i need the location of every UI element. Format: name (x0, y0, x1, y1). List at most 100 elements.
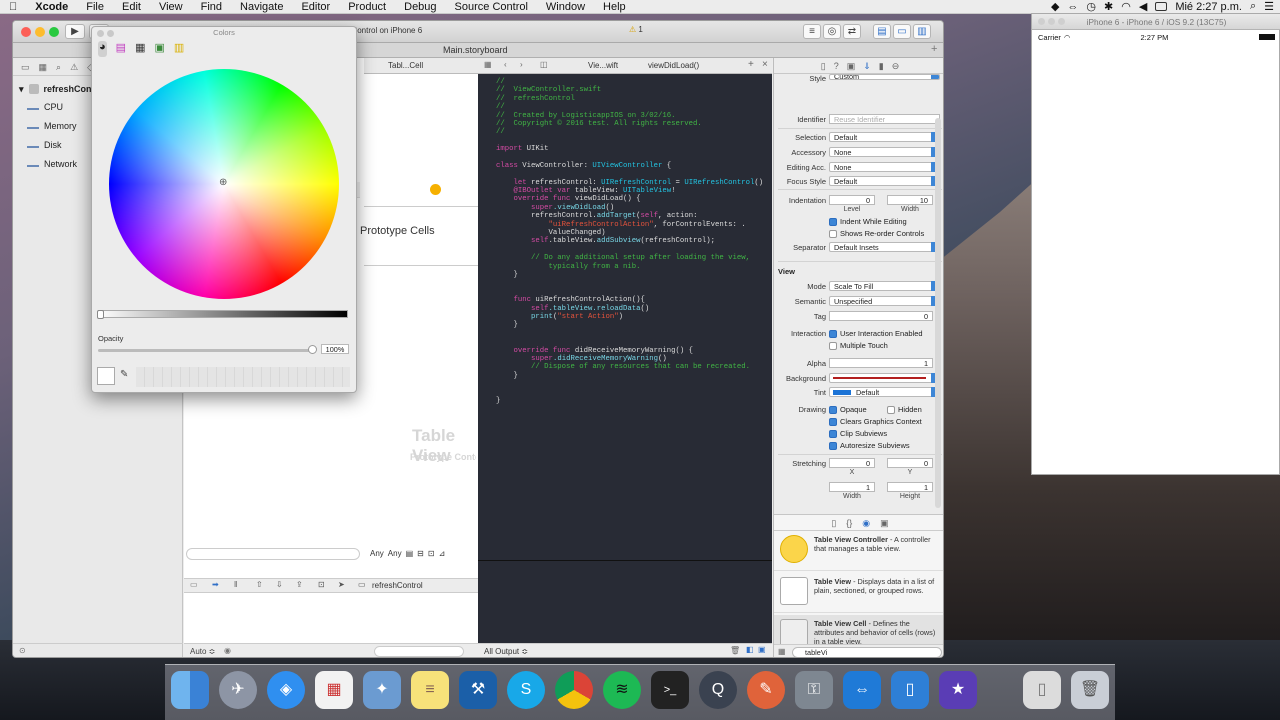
code-line[interactable] (496, 154, 772, 162)
stretch-width-field[interactable]: 1 (829, 482, 875, 492)
breakpoints-icon[interactable]: ➡ (212, 580, 219, 589)
jump-bar-item[interactable]: Tabl...Cell (364, 61, 423, 70)
code-line[interactable]: super.didReceiveMemoryWarning() (496, 355, 772, 363)
brightness-knob[interactable] (97, 310, 104, 319)
zoom-window-button[interactable] (49, 27, 59, 37)
indent-level-field[interactable]: 0 (829, 195, 875, 205)
launchpad-icon[interactable]: ✈ (219, 671, 257, 709)
keychain-icon[interactable]: ⚿ (795, 671, 833, 709)
view-debugger-icon[interactable]: ⊡ (318, 580, 325, 589)
apple-menu-icon[interactable]:  (0, 0, 26, 14)
selection-popup[interactable]: Default (829, 132, 940, 142)
terminal-icon[interactable]: >_ (651, 671, 689, 709)
code-line[interactable]: } (496, 271, 772, 279)
library-search-field[interactable]: tableVi (792, 647, 942, 657)
code-line[interactable]: } (496, 372, 772, 380)
notes-icon[interactable]: ≡ (411, 671, 449, 709)
opacity-slider[interactable] (98, 349, 316, 352)
color-wheel-mode-icon[interactable]: ◕ (98, 41, 107, 57)
tag-field[interactable]: 0 (829, 311, 933, 321)
indent-width-field[interactable]: 10 (887, 195, 933, 205)
code-line[interactable]: ValueChanged) (496, 229, 772, 237)
code-line[interactable]: // (496, 78, 772, 86)
debug-target-label[interactable]: refreshControl (372, 581, 423, 590)
width-class[interactable]: Any (370, 549, 384, 558)
variables-view[interactable] (184, 593, 478, 643)
sliders-mode-icon[interactable]: ▤ (116, 41, 126, 57)
separator-popup[interactable]: Default Insets (829, 242, 940, 252)
toggle-debug-area-button[interactable]: ▭ (893, 24, 911, 39)
code-line[interactable]: } (496, 321, 772, 329)
code-line[interactable] (496, 279, 772, 287)
code-line[interactable]: let refreshControl: UIRefreshControl = U… (496, 179, 772, 187)
code-line[interactable]: } (496, 397, 772, 405)
object-library-icon[interactable]: ◉ (862, 518, 870, 530)
grid-view-icon[interactable]: ▦ (778, 647, 786, 656)
quicktime-icon[interactable]: Q (699, 671, 737, 709)
simulator-dock-icon[interactable]: ▯ (891, 671, 929, 709)
background-color-popup[interactable] (829, 373, 940, 383)
chrome-icon[interactable] (555, 671, 593, 709)
indent-while-editing-checkbox[interactable]: Indent While Editing (829, 217, 907, 226)
battery-icon[interactable] (1155, 2, 1168, 11)
stack-icon[interactable]: ▤ (406, 549, 414, 558)
code-line[interactable]: override func viewDidLoad() { (496, 195, 772, 203)
inspector-scrollbar[interactable] (935, 118, 941, 508)
dropbox-icon[interactable]: ◆ (1051, 0, 1059, 13)
issue-icon[interactable]: ⚠ (70, 62, 78, 72)
code-line[interactable]: @IBOutlet var tableView: UITableView! (496, 187, 772, 195)
file-template-icon[interactable]: ▯ (831, 518, 836, 530)
opacity-field[interactable]: 100% (321, 344, 349, 354)
semantic-popup[interactable]: Unspecified (829, 296, 940, 306)
jump-bar-file[interactable]: Vie...wift (588, 61, 618, 70)
close-editor-icon[interactable]: × (762, 59, 768, 70)
connections-inspector-icon[interactable]: ⊖ (892, 61, 900, 73)
menu-app-xcode[interactable]: Xcode (26, 0, 77, 14)
hidden-checkbox[interactable]: Hidden (887, 405, 922, 414)
reorder-controls-checkbox[interactable]: Shows Re-order Controls (829, 229, 924, 238)
menu-editor[interactable]: Editor (292, 0, 339, 14)
menu-file[interactable]: File (77, 0, 113, 14)
wifi-icon[interactable]: ◠ (1121, 0, 1131, 13)
code-line[interactable]: // (496, 128, 772, 136)
volume-icon[interactable]: ◀ (1139, 0, 1147, 13)
autoresize-subviews-checkbox[interactable]: Autoresize Subviews (829, 441, 910, 450)
forward-icon[interactable]: › (520, 60, 523, 69)
editing-acc-popup[interactable]: None (829, 162, 940, 172)
code-line[interactable]: // Dispose of any resources that can be … (496, 363, 772, 371)
location-icon[interactable]: ➤ (338, 580, 345, 589)
alpha-field[interactable]: 1 (829, 358, 933, 368)
menu-product[interactable]: Product (339, 0, 395, 14)
code-line[interactable] (496, 338, 772, 346)
notification-center-icon[interactable]: ☰ (1264, 0, 1274, 13)
close-panel-button[interactable] (97, 30, 104, 37)
counterpart-icon[interactable]: ◫ (540, 60, 548, 69)
code-line[interactable]: self.tableView.addSubview(refreshControl… (496, 237, 772, 245)
attributes-inspector-icon[interactable]: ⇓ (863, 61, 871, 73)
toggle-utilities-button[interactable]: ▥ (913, 24, 931, 39)
code-line[interactable]: import UIKit (496, 145, 772, 153)
code-line[interactable] (496, 246, 772, 254)
console-only-icon[interactable]: ▣ (758, 645, 766, 654)
code-line[interactable]: class ViewController: UIViewController { (496, 162, 772, 170)
menu-edit[interactable]: Edit (113, 0, 150, 14)
menu-debug[interactable]: Debug (395, 0, 445, 14)
add-editor-icon[interactable]: + (748, 59, 754, 70)
focus-style-popup[interactable]: Default (829, 176, 940, 186)
spotify-icon[interactable]: ≋ (603, 671, 641, 709)
resolve-icon[interactable]: ⊿ (439, 549, 446, 558)
photo-booth-icon[interactable]: ▦ (315, 671, 353, 709)
skype-icon[interactable]: S (507, 671, 545, 709)
step-out-icon[interactable]: ⇪ (296, 580, 303, 589)
code-line[interactable] (496, 288, 772, 296)
filter-icon[interactable]: ⊙ (19, 646, 26, 655)
code-line[interactable]: override func didReceiveMemoryWarning() … (496, 347, 772, 355)
multiple-touch-checkbox[interactable]: Multiple Touch (829, 341, 888, 350)
warning-badge[interactable]: ⚠ 1 (629, 25, 643, 34)
scene-controller-icon[interactable] (430, 184, 441, 195)
hide-debug-icon[interactable]: ▭ (190, 580, 198, 589)
code-line[interactable] (496, 137, 772, 145)
menu-help[interactable]: Help (594, 0, 635, 14)
user-interaction-checkbox[interactable]: User Interaction Enabled (829, 329, 923, 338)
teamviewer-dock-icon[interactable]: ⇔ (843, 671, 881, 709)
